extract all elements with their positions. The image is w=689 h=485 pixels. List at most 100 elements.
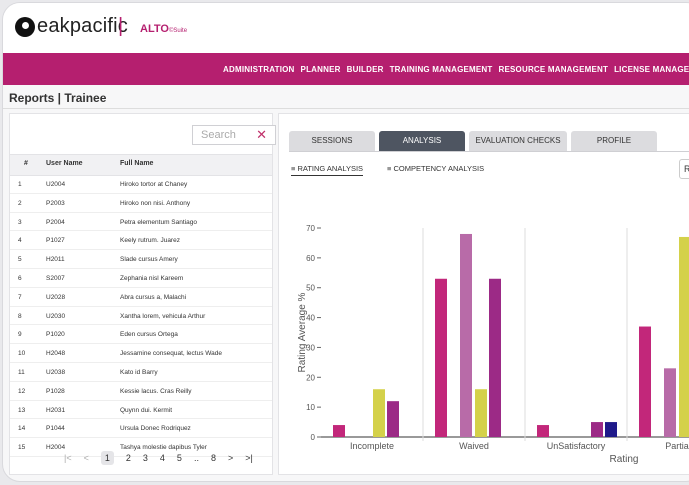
row-index: 11	[18, 368, 25, 376]
clear-search-icon[interactable]: ✕	[256, 127, 267, 143]
pagination: |< < 1 2 3 4 5 .. 8 > >|	[64, 451, 253, 465]
tab-sessions[interactable]: SESSIONS	[289, 131, 375, 151]
bar	[537, 425, 549, 437]
table-row[interactable]: 10 H2048 Jessamine consequat, lectus Wade	[10, 344, 272, 363]
row-user-name: H2011	[46, 256, 65, 264]
table-row[interactable]: 14 P1044 Ursula Donec Rodriquez	[10, 419, 272, 439]
report-button[interactable]: Re	[679, 159, 689, 179]
bar	[591, 422, 603, 437]
first-page-button[interactable]: |<	[64, 453, 72, 463]
analysis-panel: SESSIONS ANALYSIS EVALUATION CHECKS PROF…	[278, 113, 689, 475]
row-full-name: Xantha lorem, vehicula Arthur	[120, 312, 206, 320]
nav-item[interactable]: RESOURCE MANAGEMENT	[499, 65, 609, 74]
nav-item[interactable]: ADMINISTRATION	[223, 65, 295, 74]
row-user-name: S2007	[46, 274, 65, 282]
row-full-name: Hiroko tortor at Chaney	[120, 181, 188, 188]
col-index: #	[24, 160, 28, 167]
x-category-label: Incomplete	[350, 441, 394, 451]
row-user-name: U2038	[46, 368, 66, 376]
main-nav: ADMINISTRATION PLANNER BUILDER TRAINING MAN…	[3, 53, 689, 85]
row-index: 3	[18, 218, 22, 226]
page-button[interactable]: 3	[143, 453, 148, 463]
table-row[interactable]: 11 U2038 Kato id Barry	[10, 363, 272, 382]
row-full-name: Eden cursus Ortega	[120, 331, 178, 339]
bar	[679, 236, 689, 437]
table-row[interactable]: 1 U2004 Hiroko tortor at Chaney	[10, 175, 272, 194]
nav-item[interactable]: BUILDER	[347, 65, 384, 74]
bar	[333, 425, 345, 437]
table-body: 1 U2004 Hiroko tortor at Chaney 2 P2003 Hirok…	[10, 175, 272, 457]
y-tick-label: 70	[306, 224, 315, 233]
table-row[interactable]: 7 U2028 Abra cursus a, Malachi	[10, 288, 272, 307]
row-index: 5	[18, 256, 22, 264]
tab-profile[interactable]: PROFILE	[571, 131, 657, 151]
y-tick-label: 10	[306, 403, 315, 412]
row-full-name: Quynn dui. Kermit	[120, 406, 173, 414]
table-row[interactable]: 5 H2011 Slade cursus Amery	[10, 250, 272, 269]
row-index: 15	[18, 444, 26, 452]
page-ellipsis: ..	[193, 453, 199, 463]
bar	[435, 278, 447, 437]
tab-analysis[interactable]: ANALYSIS	[379, 131, 465, 151]
col-full-name[interactable]: Full Name	[120, 160, 153, 167]
page-button[interactable]: 5	[177, 453, 182, 463]
rating-chart: 010203040506070Incomplete Waived UnSatisfa…	[297, 224, 689, 464]
bar	[489, 278, 501, 437]
next-page-button[interactable]: >	[228, 453, 233, 463]
row-index: 4	[18, 237, 22, 245]
prev-page-button[interactable]: <	[84, 453, 89, 463]
row-full-name: Abra cursus a, Malachi	[120, 293, 187, 301]
brand-separator: |	[118, 15, 124, 37]
row-full-name: Kato id Barry	[120, 368, 158, 376]
trainee-list-panel: Search ✕ # User Name Full Name 1 U2004 Hir…	[9, 113, 276, 475]
page-button[interactable]: 8	[211, 453, 216, 463]
list-icon: ≡	[387, 164, 392, 173]
list-icon: ≡	[291, 164, 296, 173]
table-row[interactable]: 13 H2031 Quynn dui. Kermit	[10, 401, 272, 420]
row-index: 12	[18, 387, 26, 395]
page-button[interactable]: 2	[126, 453, 131, 463]
bar	[460, 233, 472, 437]
last-page-button[interactable]: >|	[245, 453, 253, 463]
rating-analysis-tab[interactable]: ≡ RATING ANALYSIS	[291, 164, 364, 176]
x-category-label: Partial	[665, 441, 689, 451]
table-row[interactable]: 4 P1027 Keely rutrum. Juarez	[10, 231, 272, 251]
nav-item[interactable]: TRAINING MANAGEMENT	[390, 65, 493, 74]
row-index: 2	[18, 199, 22, 207]
bar	[387, 401, 399, 437]
brand-name: eakpacific	[37, 15, 128, 37]
nav-item[interactable]: PLANNER	[301, 65, 341, 74]
row-full-name: Zephania nisl Kareem	[120, 274, 184, 282]
table-row[interactable]: 3 P2004 Petra elementum Santiago	[10, 213, 272, 232]
row-user-name: P1020	[46, 331, 65, 339]
search-placeholder: Search	[201, 129, 236, 141]
page-button[interactable]: 1	[100, 451, 114, 465]
row-full-name: Kessie lacus. Cras Reilly	[120, 387, 192, 395]
table-row[interactable]: 2 P2003 Hiroko non nisi. Anthony	[10, 194, 272, 213]
col-user-name[interactable]: User Name	[46, 160, 83, 167]
app-header: eakpacific | ALTO©Suite	[3, 3, 689, 53]
y-axis-title: Rating Average %	[297, 292, 308, 372]
competency-analysis-tab[interactable]: ≡ COMPETENCY ANALYSIS	[387, 164, 484, 173]
table-row[interactable]: 12 P1028 Kessie lacus. Cras Reilly	[10, 382, 272, 401]
table-row[interactable]: 8 U2030 Xantha lorem, vehicula Arthur	[10, 307, 272, 326]
x-category-label: Waived	[459, 441, 489, 451]
nav-item[interactable]: LICENSE MANAGEMENT	[614, 65, 689, 74]
table-row[interactable]: 9 P1020 Eden cursus Ortega	[10, 325, 272, 345]
x-category-label: UnSatisfactory	[547, 441, 606, 451]
row-index: 1	[18, 181, 22, 188]
tab-evaluation-checks[interactable]: EVALUATION CHECKS	[469, 131, 567, 151]
tab-underline	[289, 151, 689, 152]
table-row[interactable]: 6 S2007 Zephania nisl Kareem	[10, 269, 272, 288]
bar	[664, 368, 676, 437]
y-tick-label: 0	[311, 433, 316, 442]
row-user-name: H2031	[46, 406, 66, 414]
page-button[interactable]: 4	[160, 453, 165, 463]
search-input[interactable]: Search ✕	[192, 125, 276, 145]
app-window: eakpacific | ALTO©Suite ADMINISTRATION PL…	[2, 2, 689, 482]
row-user-name: P1027	[46, 237, 65, 245]
row-user-name: P2003	[46, 199, 65, 207]
y-tick-label: 50	[306, 284, 315, 293]
row-user-name: P2004	[46, 218, 65, 226]
row-index: 8	[18, 312, 22, 320]
